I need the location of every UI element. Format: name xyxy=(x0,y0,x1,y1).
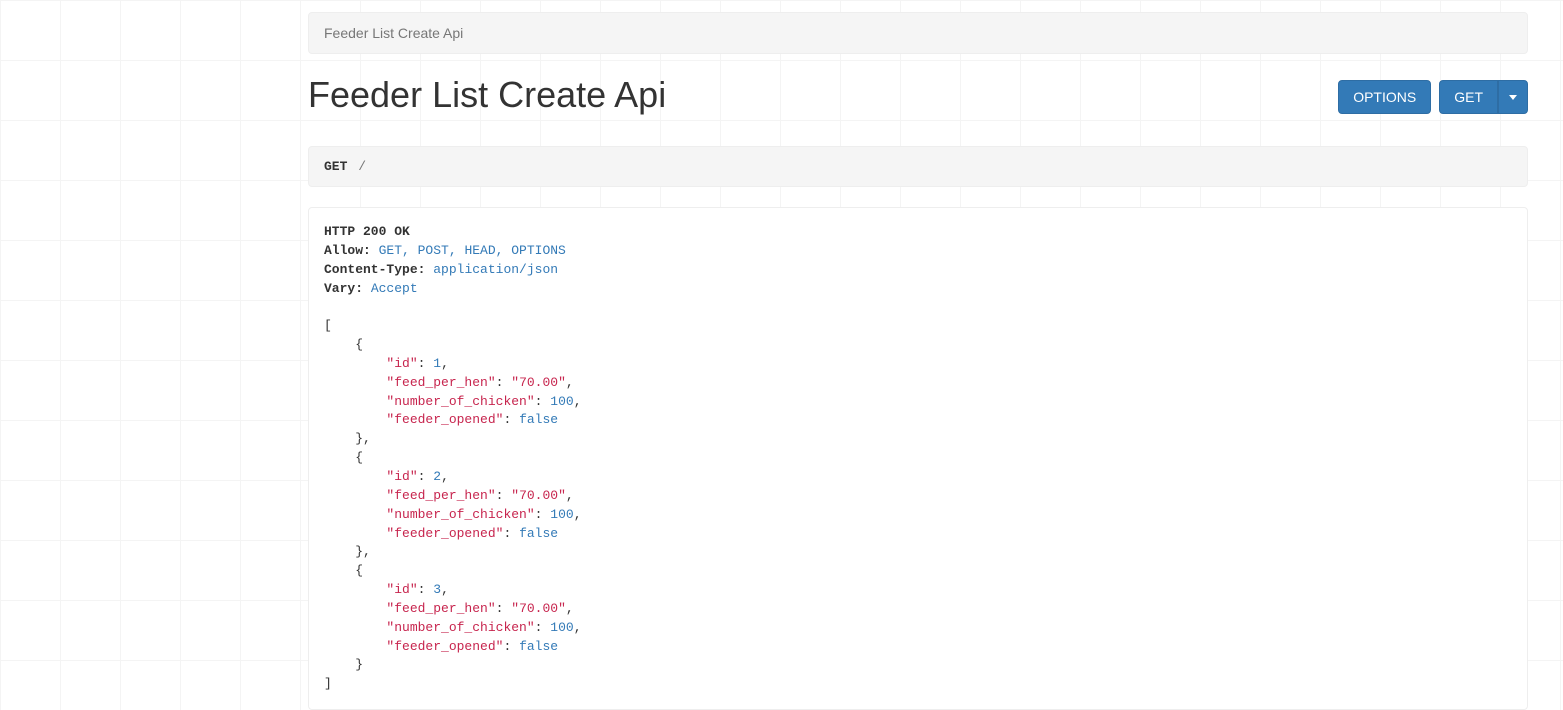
breadcrumb: Feeder List Create Api xyxy=(308,12,1528,54)
get-button[interactable]: GET xyxy=(1439,80,1498,114)
breadcrumb-item[interactable]: Feeder List Create Api xyxy=(324,25,463,41)
response-body: HTTP 200 OK Allow: GET, POST, HEAD, OPTI… xyxy=(308,207,1528,710)
get-button-group: GET xyxy=(1439,80,1528,114)
page-title: Feeder List Create Api xyxy=(308,74,666,116)
request-method: GET xyxy=(324,159,347,174)
request-path: / xyxy=(358,159,366,174)
options-button[interactable]: OPTIONS xyxy=(1338,80,1431,114)
page-header: Feeder List Create Api OPTIONS GET xyxy=(308,74,1528,126)
action-buttons: OPTIONS GET xyxy=(1338,80,1528,114)
get-dropdown-toggle[interactable] xyxy=(1498,80,1528,114)
request-info: GET / xyxy=(308,146,1528,187)
chevron-down-icon xyxy=(1509,95,1517,100)
